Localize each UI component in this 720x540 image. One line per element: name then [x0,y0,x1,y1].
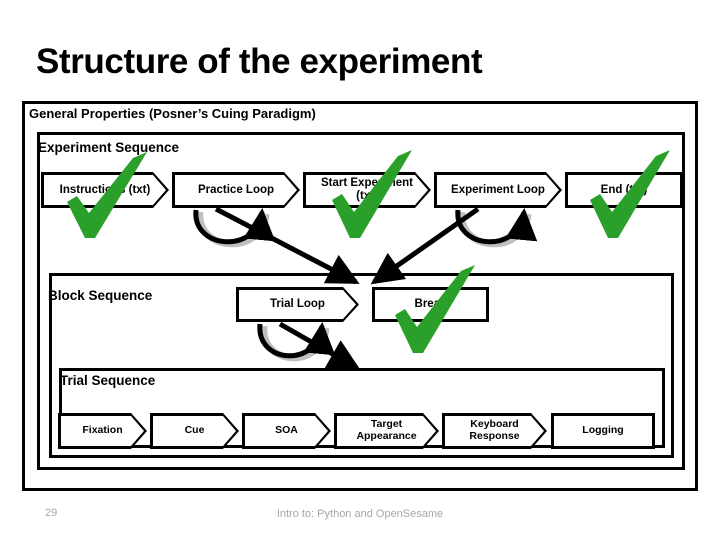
trial-to-trialseq-arrow [278,321,361,371]
footer-text: Intro to: Python and OpenSesame [276,508,444,520]
slide-canvas: Structure of the experiment General Prop… [0,0,720,540]
experiment-to-block-arrow [370,206,480,285]
connector-arrows [193,206,538,371]
